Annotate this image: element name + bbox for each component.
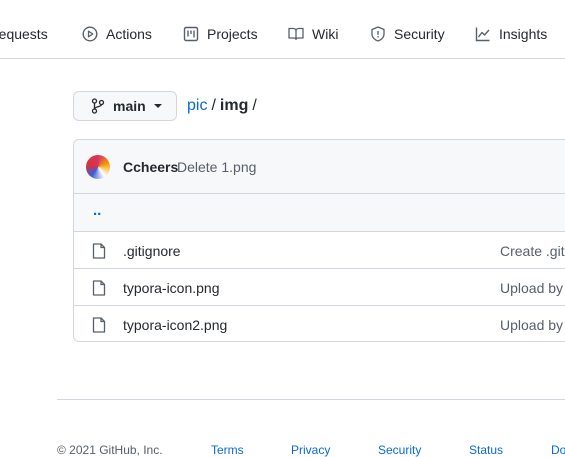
file-name[interactable]: .gitignore [123, 243, 181, 259]
file-last-commit[interactable]: Upload by [500, 317, 563, 333]
nav-item-projects[interactable]: Projects [183, 24, 258, 44]
nav-item-insights[interactable]: Insights [475, 24, 547, 44]
footer-link-privacy[interactable]: Privacy [291, 443, 330, 457]
footer-divider [57, 399, 565, 400]
file-row[interactable]: typora-icon2.png Upload by [74, 306, 565, 341]
parent-directory-row[interactable]: .. [74, 194, 565, 232]
nav-item-pull-requests[interactable]: requests [0, 24, 48, 44]
breadcrumb-trailing-separator: / [252, 97, 257, 114]
nav-item-label: Security [394, 26, 445, 42]
shield-icon [371, 26, 385, 42]
git-branch-icon [91, 98, 105, 114]
nav-item-wiki[interactable]: Wiki [288, 24, 338, 44]
file-last-commit[interactable]: Create .giti [500, 243, 565, 259]
branch-name: main [113, 98, 146, 114]
parent-directory-link[interactable]: .. [93, 202, 101, 219]
commit-author[interactable]: Ccheers [123, 159, 178, 175]
breadcrumb-repo-link[interactable]: pic [187, 97, 207, 114]
latest-commit-bar: Ccheers Delete 1.png [74, 140, 565, 194]
avatar[interactable] [86, 155, 110, 179]
graph-icon [475, 27, 490, 42]
play-icon [82, 26, 98, 42]
footer-link-status[interactable]: Status [469, 443, 503, 457]
book-icon [288, 27, 304, 41]
project-icon [183, 26, 199, 42]
nav-item-security[interactable]: Security [370, 24, 445, 44]
commit-message[interactable]: Delete 1.png [177, 159, 256, 175]
file-row[interactable]: typora-icon.png Upload by [74, 269, 565, 306]
file-list: Ccheers Delete 1.png .. .gitignore Creat… [73, 139, 565, 342]
chevron-down-icon [153, 104, 162, 108]
nav-item-label: Wiki [312, 26, 339, 42]
file-icon [92, 243, 106, 259]
nav-item-label: Projects [207, 26, 258, 42]
nav-item-label: Actions [106, 26, 152, 42]
file-icon [92, 280, 106, 296]
nav-item-actions[interactable]: Actions [82, 24, 152, 44]
nav-item-label: requests [0, 26, 48, 42]
file-icon [92, 317, 106, 333]
footer-link-security[interactable]: Security [378, 443, 421, 457]
file-name[interactable]: typora-icon.png [123, 280, 220, 296]
file-name[interactable]: typora-icon2.png [123, 317, 227, 333]
branch-select-button[interactable]: main [73, 91, 177, 121]
footer-link-docs[interactable]: Do [551, 443, 565, 457]
breadcrumb-current: img [219, 97, 249, 114]
file-row[interactable]: .gitignore Create .giti [74, 232, 565, 269]
footer-link-terms[interactable]: Terms [211, 443, 244, 457]
breadcrumb-separator: / [211, 97, 216, 114]
footer-copyright: © 2021 GitHub, Inc. [57, 443, 163, 457]
file-last-commit[interactable]: Upload by [500, 280, 563, 296]
nav-item-label: Insights [499, 26, 548, 42]
breadcrumb: pic / img / [187, 97, 261, 115]
repo-navigation: requests Actions Projects Wiki Security … [0, 0, 565, 59]
